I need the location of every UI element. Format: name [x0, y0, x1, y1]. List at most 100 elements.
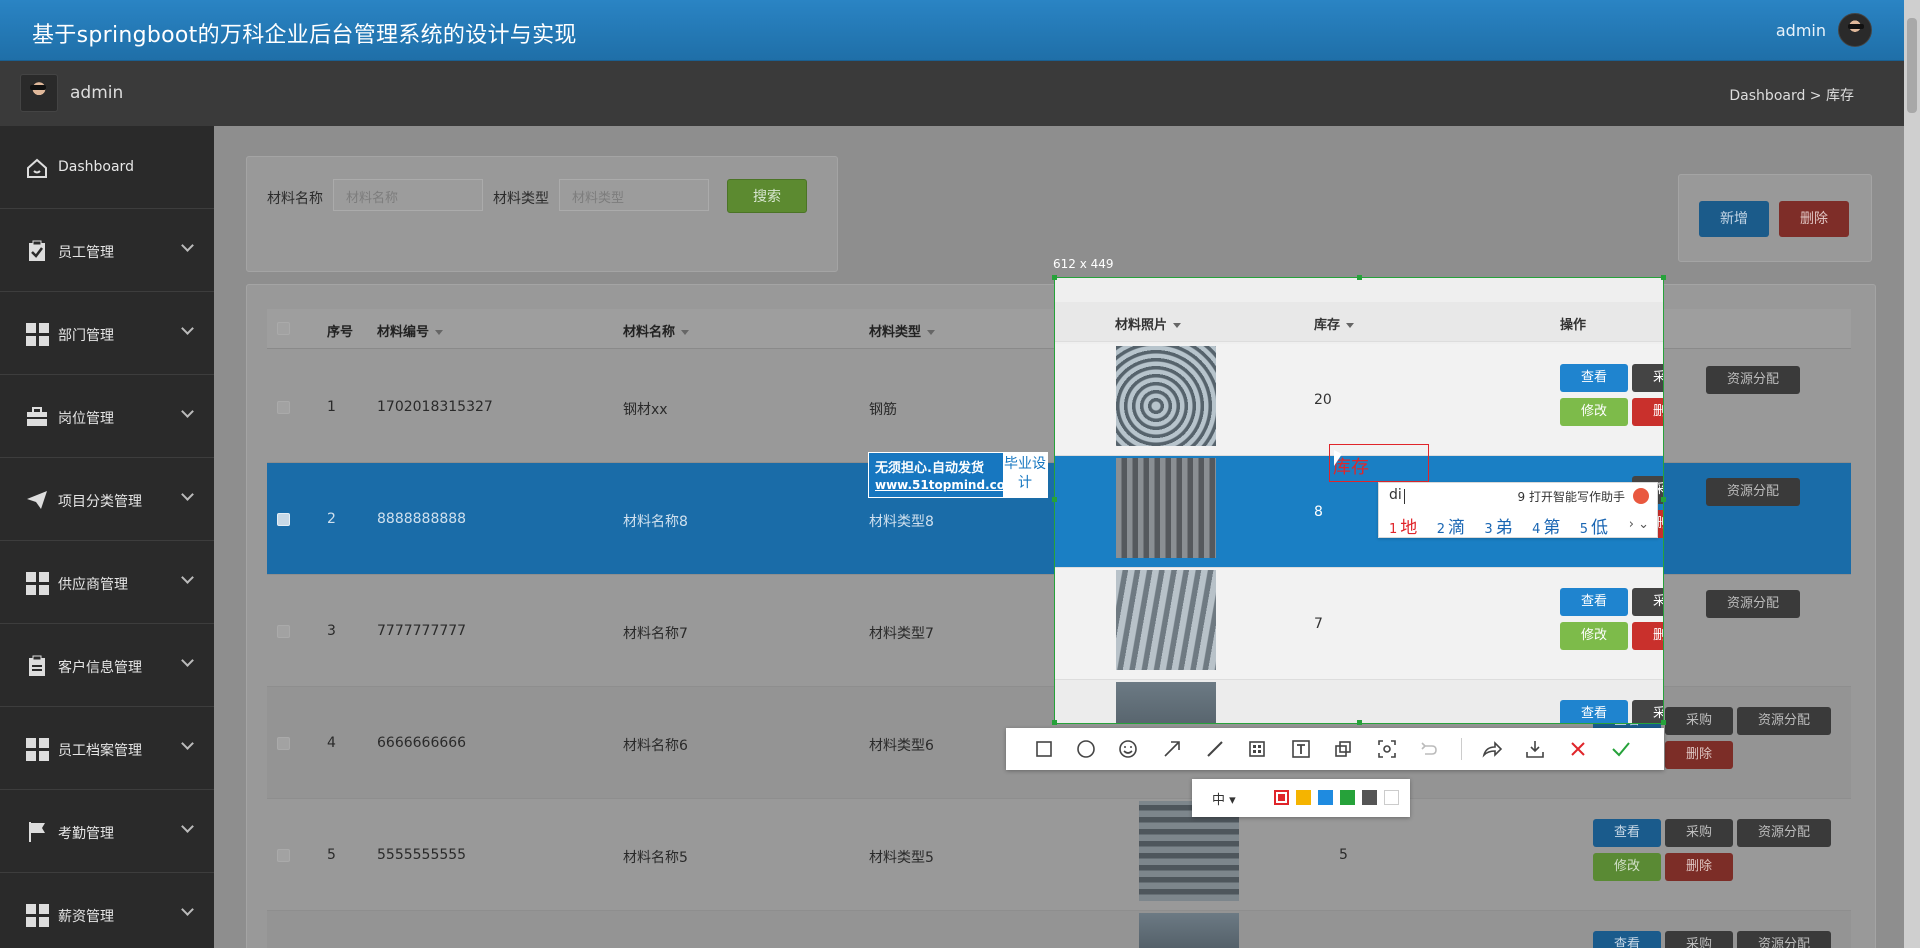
resize-handle[interactable] — [1661, 275, 1666, 280]
color-swatch-white[interactable] — [1384, 790, 1399, 805]
color-swatch-yellow[interactable] — [1296, 790, 1311, 805]
page-scrollbar[interactable] — [1904, 0, 1920, 948]
color-swatch-red[interactable] — [1274, 790, 1289, 805]
candidate-char: 地 — [1400, 518, 1418, 538]
table-row[interactable]: 查看 采购 资源分配 — [267, 911, 1851, 948]
ime-candidate[interactable]: 2滴 — [1437, 518, 1465, 538]
scrollbar-thumb[interactable] — [1907, 18, 1917, 113]
color-swatch-blue[interactable] — [1318, 790, 1333, 805]
watermark-ad[interactable]: 无须担心.自动发货 www.51topmind.com 毕业设计 — [868, 452, 1048, 498]
grid-icon — [26, 572, 49, 595]
edit-button[interactable]: 修改 — [1593, 853, 1661, 881]
ad-badge: 毕业设计 — [1003, 453, 1047, 497]
undo-icon[interactable] — [1417, 737, 1441, 761]
delete-button[interactable]: 删除 — [1665, 741, 1733, 769]
header-username[interactable]: admin — [1776, 21, 1826, 40]
emoji-icon[interactable] — [1116, 737, 1140, 761]
color-swatch-green[interactable] — [1340, 790, 1355, 805]
ime-candidate[interactable]: 4第 — [1532, 518, 1560, 538]
allocate-button[interactable]: 资源分配 — [1706, 590, 1800, 618]
sidebar-item-dashboard[interactable]: Dashboard — [0, 126, 214, 209]
material-name-input[interactable]: 材料名称 — [333, 179, 483, 211]
select-all-checkbox[interactable] — [277, 322, 290, 335]
sidebar-item-positions[interactable]: 岗位管理 — [0, 375, 214, 458]
sidebar-item-employees[interactable]: 员工管理 — [0, 209, 214, 292]
resize-handle[interactable] — [1052, 720, 1057, 725]
resize-handle[interactable] — [1357, 275, 1362, 280]
sidebar-item-label: Dashboard — [58, 159, 134, 175]
allocate-button[interactable]: 资源分配 — [1737, 819, 1831, 847]
sidebar-item-customers[interactable]: 客户信息管理 — [0, 624, 214, 707]
chevron-down-icon — [181, 903, 194, 916]
pin-icon[interactable] — [1331, 737, 1355, 761]
arrow-icon[interactable] — [1160, 737, 1184, 761]
font-size-value: 中 — [1212, 793, 1226, 808]
table-row[interactable]: 5 5555555555 材料名称5 材料类型5 5 查看 采购 资源分配 修改… — [267, 799, 1851, 911]
candidate-number: 3 — [1484, 522, 1493, 537]
purchase-button[interactable]: 采购 — [1665, 819, 1733, 847]
ellipse-icon[interactable] — [1074, 737, 1098, 761]
row-name: 材料名称5 — [623, 850, 688, 866]
ime-candidate[interactable]: 5低 — [1580, 518, 1608, 538]
add-button[interactable]: 新增 — [1699, 201, 1769, 237]
col-code[interactable]: 材料编号 — [377, 321, 444, 340]
ime-page-nav-icon[interactable]: › ⌄ — [1629, 517, 1649, 532]
purchase-button[interactable]: 采购 — [1665, 931, 1733, 948]
allocate-button[interactable]: 资源分配 — [1706, 478, 1800, 506]
row-checkbox[interactable] — [277, 625, 290, 638]
chevron-down-icon — [181, 571, 194, 584]
ad-url-link[interactable]: www.51topmind.com — [875, 478, 1018, 492]
share-icon[interactable] — [1480, 737, 1504, 761]
ime-candidate[interactable]: 1地 — [1389, 518, 1417, 538]
col-name[interactable]: 材料名称 — [623, 321, 690, 340]
sidebar-item-project-categories[interactable]: 项目分类管理 — [0, 458, 214, 541]
purchase-button[interactable]: 采购 — [1665, 707, 1733, 735]
ime-writing-assistant[interactable]: 9 打开智能写作助手 — [1518, 488, 1625, 505]
rectangle-icon[interactable] — [1032, 737, 1056, 761]
sidebar-item-salary[interactable]: 薪资管理 — [0, 873, 214, 948]
resize-handle[interactable] — [1052, 497, 1057, 502]
row-checkbox[interactable] — [277, 513, 290, 526]
resize-handle[interactable] — [1661, 497, 1666, 502]
pen-icon[interactable] — [1203, 737, 1227, 761]
color-swatch-gray[interactable] — [1362, 790, 1377, 805]
mosaic-icon[interactable] — [1245, 737, 1269, 761]
col-type[interactable]: 材料类型 — [869, 321, 936, 340]
row-index: 1 — [327, 399, 336, 415]
text-icon[interactable] — [1289, 737, 1313, 761]
delete-button[interactable]: 删除 — [1665, 853, 1733, 881]
row-checkbox[interactable] — [277, 737, 290, 750]
font-size-select[interactable]: 中 ▾ — [1212, 789, 1236, 808]
row-checkbox[interactable] — [277, 401, 290, 414]
allocate-button[interactable]: 资源分配 — [1737, 931, 1831, 948]
ocr-icon[interactable] — [1375, 737, 1399, 761]
candidate-number: 4 — [1532, 522, 1541, 537]
breadcrumb: Dashboard > 库存 — [1729, 88, 1854, 104]
search-button[interactable]: 搜索 — [727, 179, 807, 213]
ime-candidate-window[interactable]: di 9 打开智能写作助手 1地 2滴 3弟 4第 5低 › ⌄ — [1378, 482, 1658, 538]
row-checkbox[interactable] — [277, 849, 290, 862]
allocate-button[interactable]: 资源分配 — [1737, 707, 1831, 735]
row-code: 7777777777 — [377, 623, 467, 639]
sidebar-item-employee-files[interactable]: 员工档案管理 — [0, 707, 214, 790]
assistant-icon[interactable] — [1633, 488, 1649, 504]
download-icon[interactable] — [1523, 737, 1547, 761]
sidebar-item-label: 项目分类管理 — [58, 494, 142, 510]
text-annotation-box[interactable]: 库存 — [1329, 444, 1429, 482]
close-icon[interactable] — [1566, 737, 1590, 761]
allocate-button[interactable]: 资源分配 — [1706, 366, 1800, 394]
sidebar-item-departments[interactable]: 部门管理 — [0, 292, 214, 375]
batch-delete-button[interactable]: 删除 — [1779, 201, 1849, 237]
header-avatar[interactable] — [1838, 13, 1872, 47]
ime-candidate[interactable]: 3弟 — [1484, 518, 1512, 538]
resize-handle[interactable] — [1661, 720, 1666, 725]
flag-icon — [29, 822, 45, 842]
resize-handle[interactable] — [1052, 275, 1057, 280]
confirm-icon[interactable] — [1609, 737, 1633, 761]
material-type-input[interactable]: 材料类型 — [559, 179, 709, 211]
view-button[interactable]: 查看 — [1593, 819, 1661, 847]
sidebar-item-attendance[interactable]: 考勤管理 — [0, 790, 214, 873]
resize-handle[interactable] — [1357, 720, 1362, 725]
view-button[interactable]: 查看 — [1593, 931, 1661, 948]
sidebar-item-suppliers[interactable]: 供应商管理 — [0, 541, 214, 624]
